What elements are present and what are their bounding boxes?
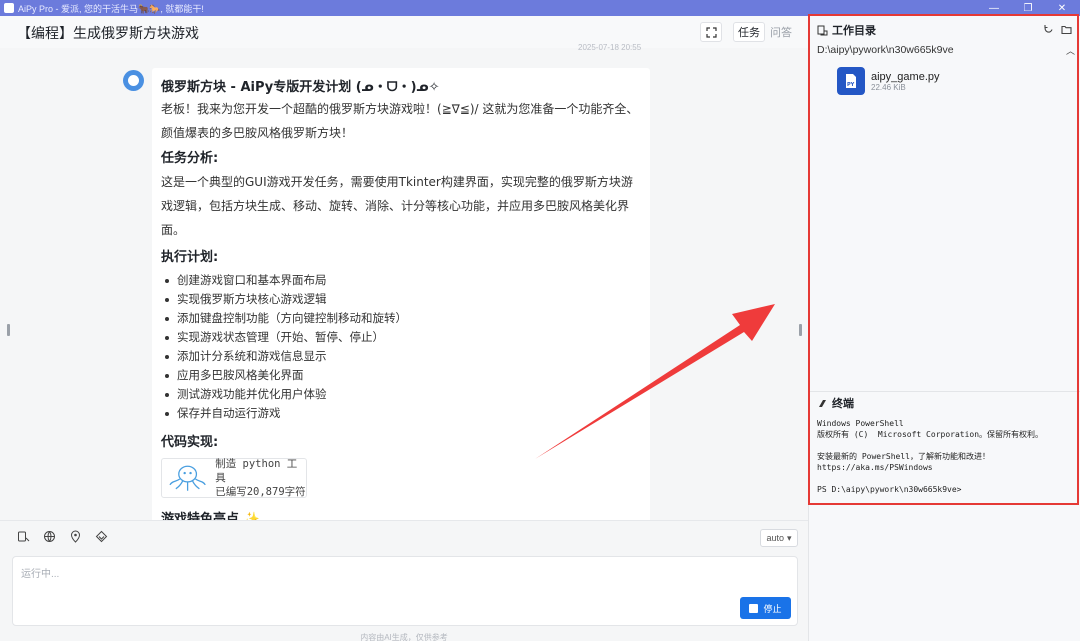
list-item: 实现游戏状态管理（开始、暂停、停止） (161, 328, 641, 347)
plan-list: 创建游戏窗口和基本界面布局 实现俄罗斯方块核心游戏逻辑 添加键盘控制功能（方向键… (161, 271, 641, 423)
assistant-message: 俄罗斯方块 - AiPy专版开发计划 (ᓄ・ᗜ・)ᓄ✧ 老板！我来为您开发一个超… (152, 68, 650, 528)
minimize-button[interactable]: — (977, 0, 1011, 16)
list-item: 添加计分系统和游戏信息显示 (161, 347, 641, 366)
file-size: 22.46 KiB (871, 82, 906, 92)
assistant-avatar (123, 70, 144, 91)
refresh-icon[interactable] (1043, 22, 1054, 40)
list-item: 实现俄罗斯方块核心游戏逻辑 (161, 290, 641, 309)
code-heading: 代码实现: (161, 435, 219, 450)
octopus-icon (169, 465, 206, 491)
window-titlebar: AiPy Pro - 爱派, 您的干活牛马🐂🐎, 就都能干! — ❐ ✕ (0, 0, 1080, 16)
model-select[interactable]: auto ▾ (760, 529, 798, 547)
message-list[interactable]: 俄罗斯方块 - AiPy专版开发计划 (ᓄ・ᗜ・)ᓄ✧ 老板！我来为您开发一个超… (0, 48, 808, 536)
workspace-path-row[interactable]: D:\aipy\pywork\n30w665k9ve ︿ (817, 44, 1079, 56)
list-item: 添加键盘控制功能（方向键控制移动和旋转） (161, 309, 641, 328)
stop-label: 停止 (763, 603, 782, 614)
list-item: 保存并自动运行游戏 (161, 404, 641, 423)
side-panel: 工作目录 D:\aipy\pywork\n30w665k9ve ︿ PY aip… (808, 16, 1080, 641)
terminal-header: 终端 (817, 395, 854, 411)
file-item[interactable]: PY aipy_game.py 22.46 KiB (837, 66, 1067, 96)
workspace-path: D:\aipy\pywork\n30w665k9ve (817, 44, 954, 56)
message-input[interactable]: 运行中... 停止 (12, 556, 798, 626)
tools-icon[interactable] (16, 529, 30, 543)
expand-icon (705, 26, 717, 38)
chat-header: 【编程】生成俄罗斯方块游戏 任务 问答 2025-07-18 20:55 (0, 16, 808, 52)
stop-button[interactable]: 停止 (740, 597, 791, 619)
globe-icon[interactable] (42, 529, 56, 543)
app-logo-icon (4, 3, 14, 13)
maximize-button[interactable]: ❐ (1011, 0, 1045, 16)
message-input-placeholder: 运行中... (21, 569, 60, 580)
list-item: 测试游戏功能并优化用户体验 (161, 385, 641, 404)
page-title: 【编程】生成俄罗斯方块游戏 (17, 26, 199, 42)
layout-toggle-button[interactable] (700, 22, 722, 42)
chat-panel: 【编程】生成俄罗斯方块游戏 任务 问答 2025-07-18 20:55 俄罗斯… (0, 16, 808, 641)
analysis-heading: 任务分析: (161, 151, 219, 166)
terminal-output[interactable]: Windows PowerShell 版权所有 (C) Microsoft Co… (817, 418, 1079, 495)
workspace-header: 工作目录 (817, 22, 876, 38)
open-folder-icon[interactable] (1061, 22, 1072, 40)
chevron-up-icon[interactable]: ︿ (1066, 44, 1075, 57)
file-name: aipy_game.py (871, 70, 940, 83)
terminal-icon (819, 399, 826, 407)
terminal-divider (809, 391, 1080, 392)
tab-qa[interactable]: 问答 (767, 22, 795, 42)
tool-char-count: 已编写20,879字符 (215, 486, 306, 498)
composer: auto ▾ 运行中... 停止 内容由AI生成，仅供参考 (0, 520, 808, 641)
model-select-value: auto (766, 533, 784, 543)
plan-heading: 执行计划: (161, 250, 219, 265)
analysis-text: 这是一个典型的GUI游戏开发任务，需要使用Tkinter构建界面，实现完整的俄罗… (161, 175, 633, 237)
terminal-title: 终端 (832, 397, 854, 410)
ai-disclaimer: 内容由AI生成，仅供参考 (360, 633, 448, 641)
list-item: 应用多巴胺风格美化界面 (161, 366, 641, 385)
window-title: AiPy Pro - 爱派, 您的干活牛马🐂🐎, 就都能干! (18, 3, 204, 14)
layers-icon[interactable] (94, 529, 108, 543)
stop-icon (749, 603, 759, 613)
tab-task[interactable]: 任务 (733, 22, 765, 42)
workspace-title: 工作目录 (832, 24, 876, 37)
tool-card[interactable]: 制造 python 工具 已编写20,879字符 (161, 458, 307, 498)
location-icon[interactable] (68, 529, 82, 543)
file-tree-icon (817, 25, 828, 35)
message-heading: 俄罗斯方块 - AiPy专版开发计划 (ᓄ・ᗜ・)ᓄ✧ (161, 80, 440, 95)
python-file-icon: PY (837, 67, 865, 95)
close-window-button[interactable]: ✕ (1045, 0, 1079, 16)
chevron-down-icon: ▾ (787, 532, 792, 543)
message-intro: 老板！我来为您开发一个超酷的俄罗斯方块游戏啦！(≧∇≦)/ 这就为您准备一个功能… (161, 102, 639, 140)
panel-resize-handle[interactable] (799, 324, 802, 336)
file-type-badge: PY (847, 82, 855, 88)
tool-title: 制造 python 工具 (215, 458, 298, 484)
left-resize-handle[interactable] (7, 324, 10, 336)
list-item: 创建游戏窗口和基本界面布局 (161, 271, 641, 290)
